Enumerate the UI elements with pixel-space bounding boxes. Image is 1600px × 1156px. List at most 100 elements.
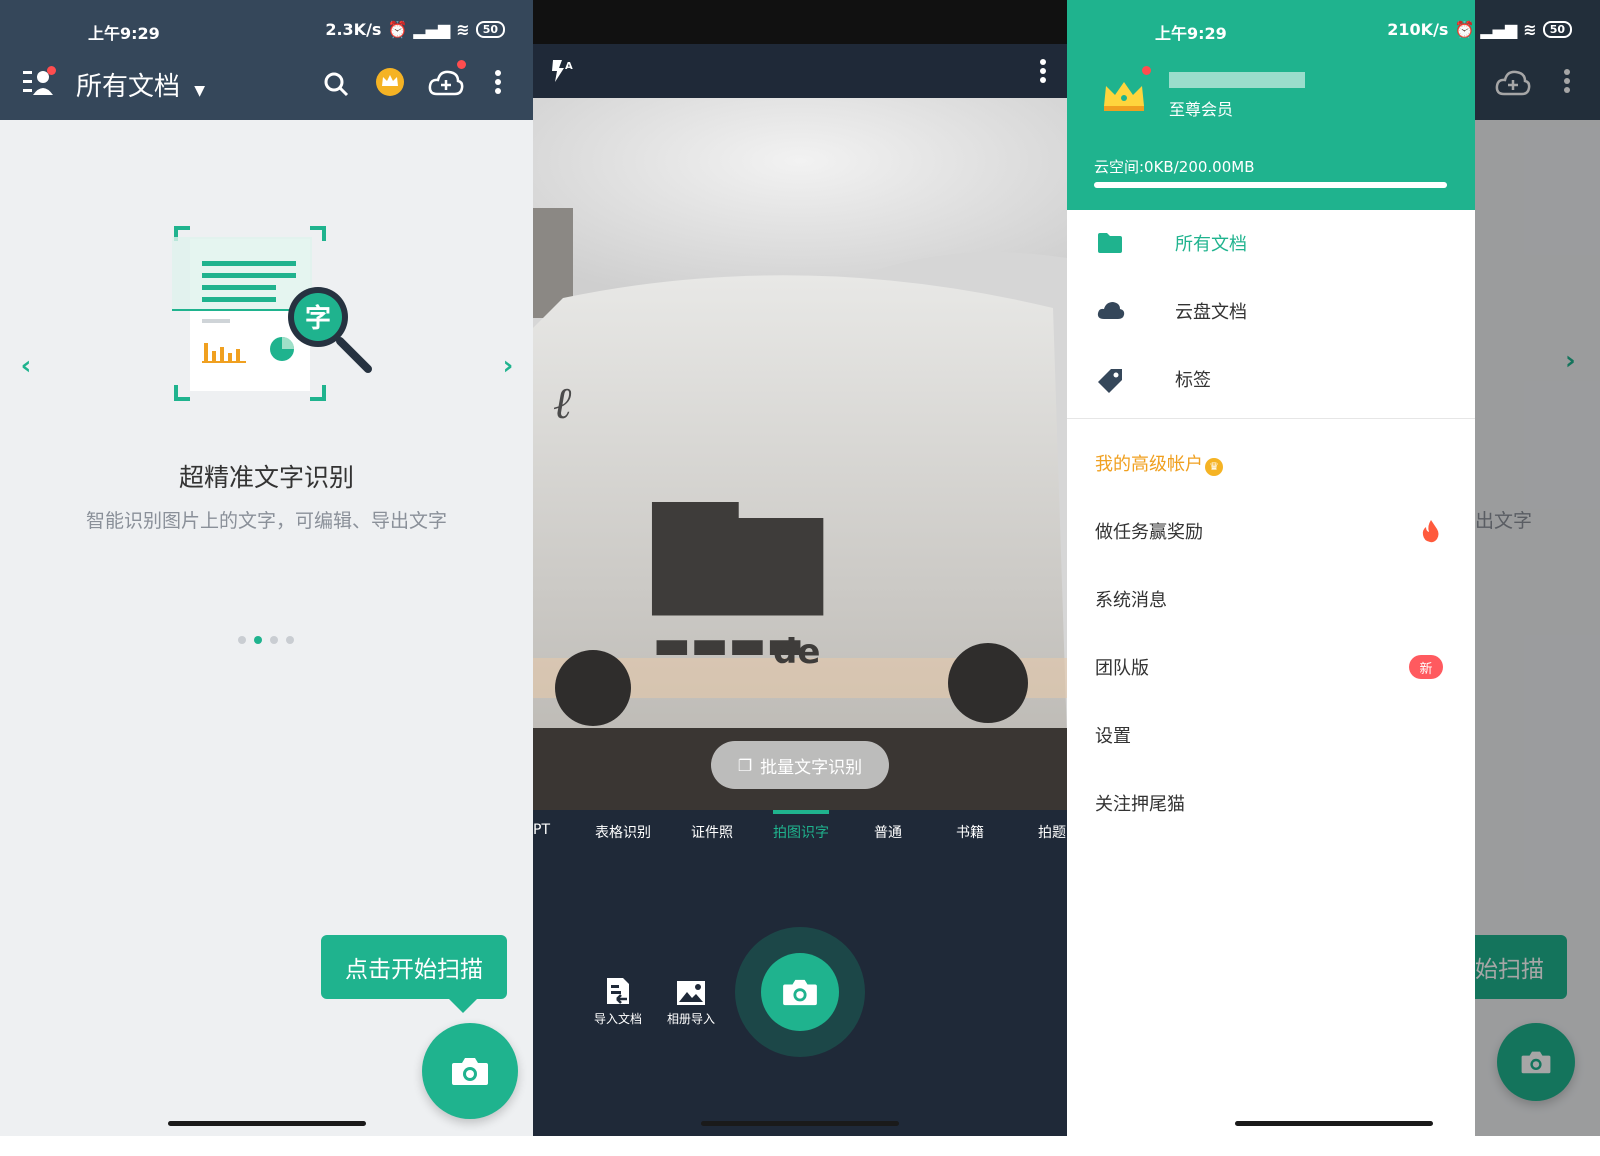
- pager-dot[interactable]: [270, 636, 278, 644]
- flash-button[interactable]: A: [547, 56, 577, 86]
- ocr-badge-text: 字: [304, 304, 331, 334]
- menu-settings[interactable]: 设置: [1067, 702, 1475, 768]
- mode-question[interactable]: 拍题: [1038, 822, 1066, 842]
- import-doc-button[interactable]: 导入文档: [583, 970, 653, 1027]
- status-time: 上午9:29: [88, 24, 160, 43]
- nav-area: [533, 1136, 1067, 1156]
- shutter-ring: [735, 927, 865, 1057]
- svg-text:ℓ: ℓ: [553, 378, 572, 429]
- svg-text:▇▆: ▇▆: [651, 486, 824, 616]
- status-bar: 上午9:29 2.3K/s ⏰ ▂▄▆ ≋ 50: [0, 0, 533, 44]
- scan-fab[interactable]: [422, 1023, 518, 1119]
- camera-viewfinder[interactable]: ℓ ▇▆ ▬▬▬▬ de: [533, 98, 1067, 810]
- mode-book[interactable]: 书籍: [956, 822, 984, 842]
- cloud-quota-fill: [1094, 182, 1447, 188]
- home-indicator[interactable]: [1235, 1121, 1433, 1126]
- net-speed: 2.3K/s: [325, 20, 382, 39]
- more-icon: [495, 70, 501, 94]
- drawer-screen: › 出文字 始扫描 上午9:29 210K/s ⏰ ▂▄▆ ≋ 50 至尊会员 …: [1067, 0, 1600, 1156]
- home-indicator[interactable]: [168, 1121, 366, 1126]
- drawer-scrim[interactable]: [1475, 0, 1600, 1156]
- folder-icon: [1098, 233, 1122, 253]
- mode-id-photo[interactable]: 证件照: [691, 822, 733, 842]
- import-doc-icon: [607, 978, 629, 1004]
- carousel-pager: [238, 636, 294, 644]
- camera-top-bar: A: [533, 44, 1067, 98]
- nav-cloud-documents[interactable]: 云盘文档: [1067, 278, 1475, 344]
- menu-follow-label: 关注押尾猫: [1095, 794, 1185, 815]
- batch-ocr-label: 批量文字识别: [760, 757, 863, 778]
- net-speed: 210K/s: [1387, 20, 1449, 39]
- tag-icon: [1098, 369, 1122, 393]
- status-right: 2.3K/s ⏰ ▂▄▆ ≋ 50: [325, 20, 505, 39]
- menu-system-messages[interactable]: 系统消息: [1067, 566, 1475, 632]
- battery-icon: 50: [1542, 21, 1572, 38]
- flash-auto-icon: A: [552, 60, 573, 82]
- profile-menu-button[interactable]: [18, 62, 58, 102]
- cloud-upload-icon: [428, 70, 464, 96]
- camera-more-button[interactable]: [1031, 54, 1055, 88]
- mode-normal[interactable]: 普通: [874, 822, 902, 842]
- camera-icon: [452, 1058, 488, 1085]
- svg-text:A: A: [565, 61, 573, 72]
- pager-dot[interactable]: [238, 636, 246, 644]
- carousel-next-button[interactable]: ›: [496, 350, 520, 382]
- cloud-sync-button[interactable]: [426, 60, 466, 100]
- import-doc-label: 导入文档: [593, 1012, 642, 1026]
- album-import-button[interactable]: 相册导入: [656, 970, 726, 1027]
- premium-button[interactable]: [372, 64, 408, 100]
- nav-area: [0, 1136, 533, 1156]
- wifi-icon: ≋: [456, 20, 470, 39]
- cloud-quota-bar: [1094, 182, 1447, 188]
- start-scan-tooltip: 点击开始扫描: [321, 935, 507, 1013]
- viewfinder-photo: ℓ ▇▆ ▬▬▬▬ de: [533, 98, 1067, 810]
- alarm-icon: ⏰: [1454, 20, 1475, 39]
- nav-tags[interactable]: 标签: [1067, 346, 1475, 412]
- svg-text:de: de: [773, 632, 820, 672]
- carousel-prev-button[interactable]: ‹: [14, 350, 38, 382]
- mode-table[interactable]: 表格识别: [595, 822, 651, 842]
- member-crown[interactable]: [1101, 66, 1151, 116]
- menu-follow[interactable]: 关注押尾猫: [1067, 770, 1475, 836]
- search-icon: [324, 72, 349, 97]
- crown-icon: [376, 68, 404, 96]
- premium-crown-icon: ♛: [1205, 458, 1223, 476]
- drawer-header: 上午9:29 210K/s ⏰ ▂▄▆ ≋ 50 至尊会员 云空间:0KB/20…: [1067, 0, 1572, 210]
- signal-icon: ▂▄▆: [413, 20, 451, 39]
- menu-team-edition[interactable]: 团队版 新: [1067, 634, 1475, 700]
- scan-mode-selector: PT 表格识别 证件照 拍图识字 普通 书籍 拍题: [533, 810, 1067, 850]
- batch-ocr-button[interactable]: ❐ 批量文字识别: [711, 741, 889, 789]
- mode-ppt[interactable]: PT: [533, 822, 550, 838]
- camera-status-area: [533, 0, 1067, 44]
- status-right: 210K/s ⏰ ▂▄▆ ≋ 50: [1387, 20, 1572, 39]
- status-bar: 上午9:29 210K/s ⏰ ▂▄▆ ≋ 50: [1067, 0, 1600, 44]
- navigation-drawer: 上午9:29 210K/s ⏰ ▂▄▆ ≋ 50 至尊会员 云空间:0KB/20…: [1067, 0, 1572, 1136]
- chevron-right-icon: ›: [502, 351, 514, 381]
- nav-area: [1067, 1136, 1600, 1156]
- shutter-button[interactable]: [761, 953, 839, 1031]
- home-screen: 上午9:29 2.3K/s ⏰ ▂▄▆ ≋ 50 所有文档 ▼ ‹ › 字 超精…: [0, 0, 533, 1156]
- mode-ocr[interactable]: 拍图识字: [773, 822, 829, 842]
- battery-icon: 50: [475, 21, 505, 38]
- pager-dot-active[interactable]: [254, 636, 262, 644]
- menu-system-messages-label: 系统消息: [1095, 590, 1167, 611]
- folder-title[interactable]: 所有文档 ▼: [76, 66, 205, 103]
- alarm-icon: ⏰: [387, 20, 408, 39]
- menu-tasks-rewards-label: 做任务赢奖励: [1095, 522, 1203, 543]
- wifi-icon: ≋: [1523, 20, 1537, 39]
- crown-notification-dot: [1142, 66, 1151, 75]
- home-indicator[interactable]: [701, 1121, 899, 1126]
- search-button[interactable]: [318, 66, 354, 102]
- pager-dot[interactable]: [286, 636, 294, 644]
- new-badge: 新: [1409, 655, 1443, 679]
- menu-team-edition-label: 团队版: [1095, 658, 1149, 679]
- member-level: 至尊会员: [1169, 100, 1234, 119]
- batch-icon: ❐: [737, 755, 753, 775]
- nav-tags-label: 标签: [1175, 370, 1211, 391]
- carousel-subtitle: 智能识别图片上的文字，可编辑、导出文字: [85, 510, 447, 532]
- premium-account-item[interactable]: 我的高级帐户 ♛: [1067, 430, 1475, 496]
- menu-tasks-rewards[interactable]: 做任务赢奖励: [1067, 498, 1475, 564]
- nav-all-documents[interactable]: 所有文档: [1067, 210, 1475, 276]
- more-button[interactable]: [486, 64, 510, 100]
- crown-icon: [1104, 82, 1144, 111]
